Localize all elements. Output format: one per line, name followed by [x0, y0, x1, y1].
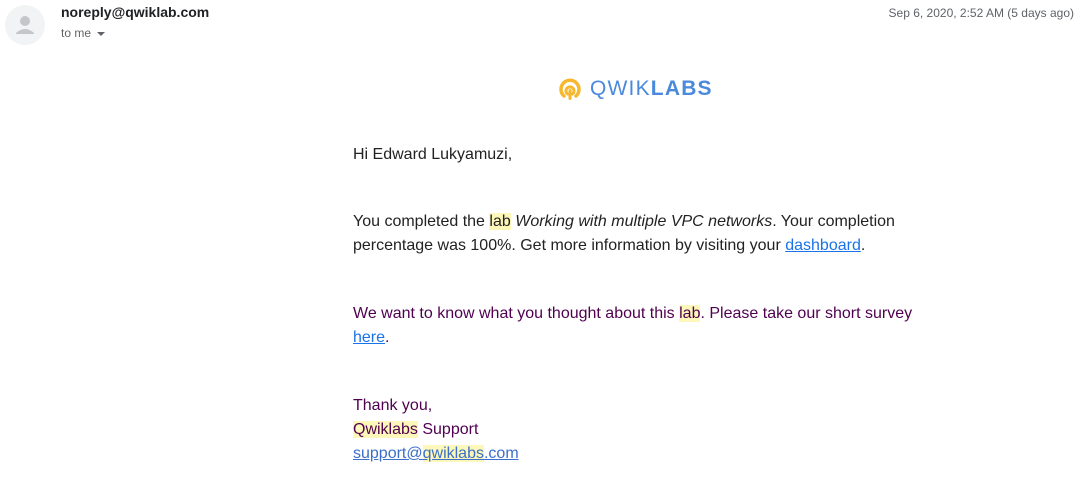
- lab-name: Working with multiple VPC networks: [515, 213, 773, 230]
- text: We want to know what you thought about t…: [353, 305, 680, 322]
- text: support@: [353, 445, 423, 462]
- caret-down-icon: [97, 31, 106, 36]
- highlighted-word: lab: [489, 213, 511, 230]
- text: You completed the: [353, 213, 490, 230]
- qwiklabs-logo: QWIKLABS: [556, 73, 713, 105]
- highlighted-word: qwiklabs: [422, 445, 484, 462]
- highlighted-word: Qwiklabs: [353, 421, 418, 438]
- completion-paragraph: You completed the lab Working with multi…: [353, 210, 913, 258]
- sender-avatar[interactable]: [5, 5, 45, 45]
- text: .: [385, 329, 390, 346]
- person-icon: [16, 16, 34, 34]
- support-email-link[interactable]: support@qwiklabs.com: [353, 445, 519, 462]
- text: . Please take our short survey: [700, 305, 913, 322]
- greeting: Hi Edward Lukyamuzi,: [353, 146, 513, 163]
- logo-text-thin: QWIK: [590, 77, 651, 100]
- signature: Thank you, Qwiklabs Support support@qwik…: [353, 394, 519, 466]
- recipient-label: to me: [61, 26, 92, 40]
- sender-address[interactable]: noreply@qwiklab.com: [61, 4, 209, 20]
- team-name: Qwiklabs Support: [353, 418, 519, 442]
- text: .: [860, 237, 866, 254]
- qwiklabs-logo-icon: [559, 78, 581, 100]
- email-date: Sep 6, 2020, 2:52 AM (5 days ago): [888, 6, 1074, 20]
- dashboard-link[interactable]: dashboard: [785, 237, 861, 254]
- logo-text-bold: LABS: [650, 77, 713, 100]
- logo-text: QWIKLABS: [590, 77, 713, 101]
- survey-paragraph: We want to know what you thought about t…: [353, 302, 913, 350]
- text: Support: [417, 421, 479, 438]
- recipient-dropdown[interactable]: to me: [61, 26, 106, 40]
- survey-link[interactable]: here: [353, 329, 385, 346]
- text: .com: [483, 445, 519, 462]
- highlighted-word: lab: [679, 305, 701, 322]
- sign-off: Thank you,: [353, 397, 433, 414]
